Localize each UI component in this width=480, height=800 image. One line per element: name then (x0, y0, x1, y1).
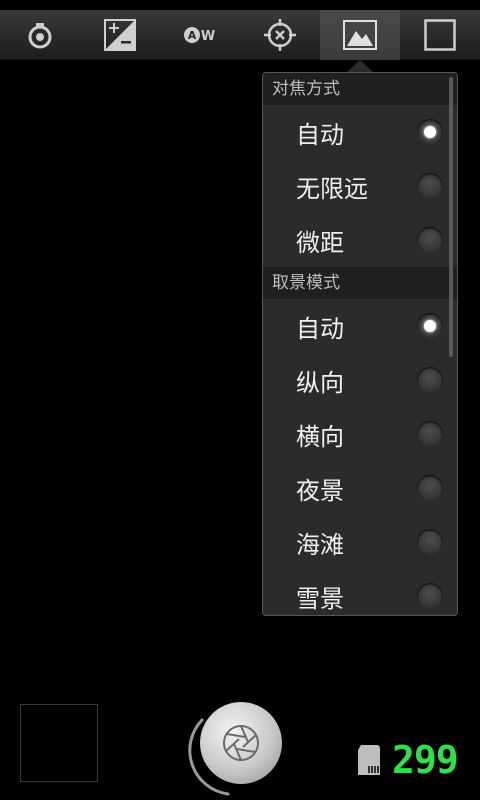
radio-unselected[interactable] (417, 173, 443, 199)
radio-selected[interactable] (417, 313, 443, 339)
scene-option-landscape[interactable]: 横向 (263, 407, 457, 461)
flash-button[interactable] (0, 10, 80, 60)
exposure-icon (104, 19, 136, 51)
scene-section-header: 取景模式 (263, 267, 457, 299)
option-label: 横向 (296, 422, 344, 451)
option-label: 海滩 (296, 530, 344, 559)
menu-scrollbar[interactable] (449, 77, 453, 357)
last-photo-thumbnail[interactable] (20, 704, 98, 782)
scene-mode-icon (343, 20, 377, 50)
option-label: 无限远 (296, 174, 368, 203)
option-label: 自动 (296, 314, 344, 343)
svg-text:A: A (188, 29, 197, 42)
focus-section-header: 对焦方式 (263, 73, 457, 105)
radio-unselected[interactable] (417, 421, 443, 447)
radio-unselected[interactable] (417, 529, 443, 555)
svg-text:W: W (201, 29, 215, 44)
remaining-shots-count: 299 (392, 738, 459, 782)
radio-unselected[interactable] (417, 367, 443, 393)
scene-option-beach[interactable]: 海滩 (263, 515, 457, 569)
shutter-button[interactable] (200, 702, 282, 784)
frame-button[interactable] (400, 10, 480, 60)
flash-icon (28, 23, 52, 49)
white-balance-icon: A W (184, 27, 215, 44)
sd-card-icon (358, 745, 380, 775)
aperture-icon (223, 725, 259, 761)
camera-toolbar: A W (0, 10, 480, 60)
scene-settings-menu: 对焦方式 自动 无限远 微距 取景模式 自动 纵向 横向 夜景 海滩 雪景 (262, 72, 458, 616)
scene-option-portrait[interactable]: 纵向 (263, 353, 457, 407)
scene-option-night[interactable]: 夜景 (263, 461, 457, 515)
radio-unselected[interactable] (417, 227, 443, 253)
focus-option-infinity[interactable]: 无限远 (263, 159, 457, 213)
focus-option-macro[interactable]: 微距 (263, 213, 457, 267)
focus-icon (264, 19, 296, 51)
focus-button[interactable] (240, 10, 320, 60)
option-label: 纵向 (296, 368, 344, 397)
radio-selected[interactable] (417, 119, 443, 145)
focus-option-auto[interactable]: 自动 (263, 105, 457, 159)
option-label: 微距 (296, 228, 344, 257)
exposure-button[interactable] (80, 10, 160, 60)
scene-option-snow[interactable]: 雪景 (263, 569, 457, 615)
option-label: 自动 (296, 120, 344, 149)
scene-option-auto[interactable]: 自动 (263, 299, 457, 353)
option-label: 夜景 (296, 476, 344, 505)
frame-icon (424, 19, 456, 51)
option-label: 雪景 (296, 584, 344, 613)
radio-unselected[interactable] (417, 475, 443, 501)
scene-mode-button[interactable] (320, 10, 400, 60)
radio-unselected[interactable] (417, 583, 443, 609)
white-balance-button[interactable]: A W (160, 10, 240, 60)
